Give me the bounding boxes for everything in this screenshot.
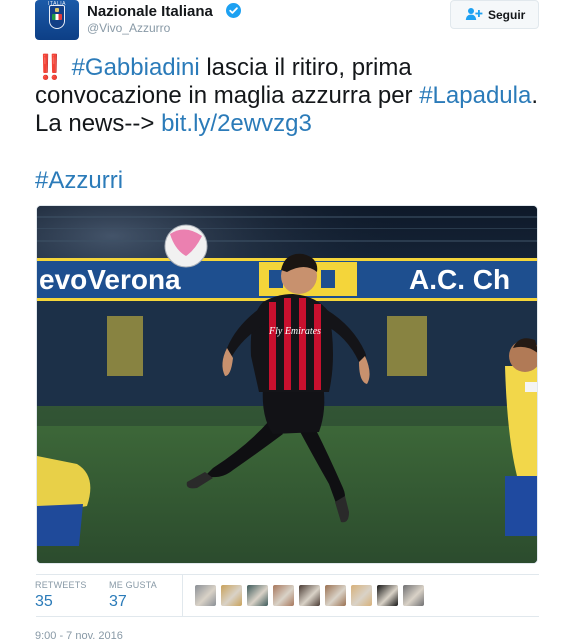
liker-avatar-8[interactable] [377, 585, 398, 606]
follow-label: Seguir [488, 8, 526, 22]
liker-avatar-3[interactable] [247, 585, 268, 606]
banner-left-text: evoVerona [39, 264, 181, 295]
jersey-sponsor-text: Fly Emirates [268, 326, 321, 337]
banner-right-text: A.C. Ch [409, 264, 510, 295]
hashtag-azzurri[interactable]: #Azzurri [35, 167, 123, 195]
hashtag-gabbiadini[interactable]: #Gabbiadini [72, 54, 200, 81]
stats-separator [182, 575, 183, 617]
liker-avatar-2[interactable] [221, 585, 242, 606]
italy-crest-icon [49, 5, 65, 29]
hashtag-lapadula[interactable]: #Lapadula [419, 82, 531, 109]
liker-avatar-4[interactable] [273, 585, 294, 606]
retweets-count[interactable]: 35 [35, 593, 53, 611]
likes-count[interactable]: 37 [109, 593, 127, 611]
display-name[interactable]: Nazionale Italiana [87, 3, 213, 20]
user-handle[interactable]: @Vivo_Azzurro [87, 21, 170, 35]
liker-avatar-1[interactable] [195, 585, 216, 606]
liker-avatar-7[interactable] [351, 585, 372, 606]
liker-avatar-9[interactable] [403, 585, 424, 606]
stats-top-divider [36, 574, 539, 575]
tweet-photo[interactable]: evoVerona A.C. Ch Fly Emirates [36, 205, 538, 564]
liker-avatar-6[interactable] [325, 585, 346, 606]
liker-avatar-5[interactable] [299, 585, 320, 606]
follow-button[interactable]: Seguir [450, 0, 539, 29]
stats-bottom-divider [36, 616, 539, 617]
verified-badge-icon [226, 3, 241, 18]
add-user-icon [465, 8, 483, 20]
tweet-text: ‼️ #Gabbiadini lascia il ritiro, prima c… [35, 54, 545, 138]
likes-label: ME GUSTA [109, 580, 157, 590]
tweet-timestamp[interactable]: 9:00 - 7 nov. 2016 [35, 630, 123, 642]
retweets-label: RETWEETS [35, 580, 87, 590]
profile-avatar[interactable]: ITALIA [35, 0, 79, 40]
double-exclamation-emoji: ‼️ [35, 54, 65, 81]
news-link[interactable]: bit.ly/2ewvzg3 [161, 110, 312, 137]
football-action-photo: evoVerona A.C. Ch Fly Emirates [37, 206, 537, 563]
